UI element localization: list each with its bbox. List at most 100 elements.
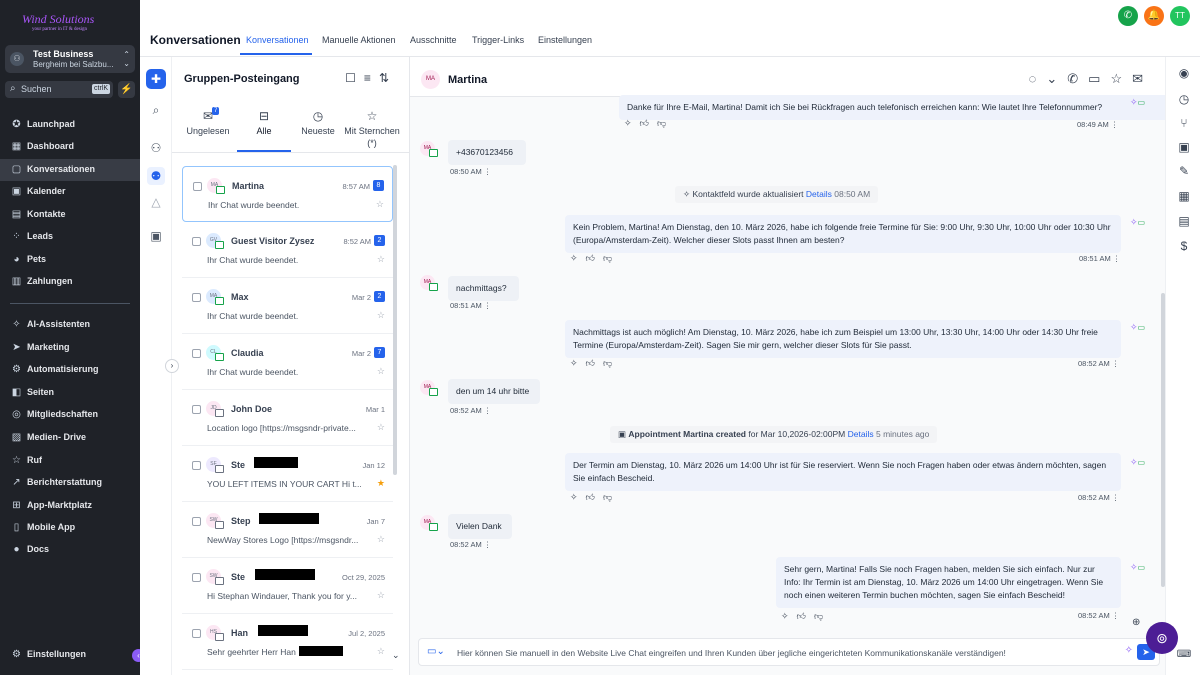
conversation-item[interactable]: SW Ste Oct 29, 2025 Hi Stephan Windauer, Th… [182, 558, 393, 614]
sidebar-item-docs[interactable]: ● Docs [0, 539, 140, 561]
thumbs-up-icon[interactable]: 👍︎ [640, 118, 657, 128]
ai-agent-icon[interactable]: ◌⌄ [1029, 71, 1068, 86]
conversation-item[interactable]: JD John Doe Mar 1 Location logo [https://ms… [182, 390, 393, 446]
calendar-icon[interactable]: ▦ [1176, 188, 1192, 204]
star-icon[interactable]: ☆ [377, 534, 385, 545]
star-icon[interactable]: ☆ [377, 254, 385, 265]
add-circle-icon[interactable]: ⊕ [1132, 617, 1140, 628]
channel-selector[interactable]: ▭⌄ [427, 646, 445, 657]
keyboard-icon[interactable]: ⌨ [1176, 647, 1192, 663]
tab-manuelle-aktionen[interactable]: Manuelle Aktionen [322, 35, 396, 45]
more-icon[interactable]: ⋮ [1111, 254, 1121, 263]
task-icon[interactable]: ▣ [1176, 139, 1192, 155]
filter-all[interactable]: ⊟ Alle [234, 107, 294, 153]
sidebar-item-berichterstattung[interactable]: ↗ Berichterstattung [0, 472, 140, 494]
sparkle-icon[interactable]: ✧ [624, 118, 640, 128]
star-icon[interactable]: ★ [377, 478, 385, 489]
row-checkbox[interactable] [192, 349, 201, 358]
new-chat-icon[interactable]: ✚ [146, 69, 166, 89]
sidebar-item-ai-assistenten[interactable]: ✧ AI-Assistenten [0, 314, 140, 336]
sidebar-item-medien-drive[interactable]: ▨ Medien- Drive [0, 427, 140, 449]
tab-trigger-links[interactable]: Trigger-Links [472, 35, 524, 45]
thumbs-up-icon[interactable]: 👍︎ [797, 611, 814, 621]
filter-icon[interactable]: ≡ [364, 71, 379, 85]
conversation-item[interactable]: GV Guest Visitor Zysez 8:52 AM 2 Ihr Chat wu… [182, 222, 393, 278]
sidebar-item-pets[interactable]: ◕ Pets [0, 249, 140, 271]
star-icon[interactable]: ☆ [377, 310, 385, 321]
sidebar-item-mitgliedschaften[interactable]: ◎ Mitgliedschaften [0, 404, 140, 426]
thumbs-down-icon[interactable]: 👎︎ [657, 118, 674, 128]
ai-sparkle-icon[interactable]: ✧ [1125, 645, 1133, 656]
history-icon[interactable]: ◷ [1176, 91, 1192, 107]
tab-ausschnitte[interactable]: Ausschnitte [410, 35, 457, 45]
row-checkbox[interactable] [192, 405, 201, 414]
sort-icon[interactable]: ⇅ [379, 71, 397, 85]
workflow-icon[interactable]: ⑂ [1176, 115, 1192, 131]
row-checkbox[interactable] [192, 237, 201, 246]
filter-unread[interactable]: ✉ 7 Ungelesen [178, 107, 238, 153]
help-widget-icon[interactable]: ⊚ [1146, 622, 1178, 654]
sparkle-icon[interactable]: ✧ [570, 253, 586, 263]
sidebar-item-kontakte[interactable]: ▤ Kontakte [0, 204, 140, 226]
sidebar-item-ruf[interactable]: ☆ Ruf [0, 450, 140, 472]
sparkle-icon[interactable]: ✧ [570, 358, 586, 368]
sidebar-item-konversationen[interactable]: ▢ Konversationen [0, 159, 140, 181]
row-checkbox[interactable] [192, 629, 201, 638]
thumbs-up-icon[interactable]: 👍︎ [586, 253, 603, 263]
more-icon[interactable]: ⋮ [1109, 120, 1119, 129]
more-icon[interactable]: ⋮ [482, 167, 492, 176]
expand-panel-button[interactable]: › [165, 359, 179, 373]
more-icon[interactable]: ⋮ [482, 406, 492, 415]
thumbs-down-icon[interactable]: 👎︎ [814, 611, 831, 621]
sidebar-item-settings[interactable]: ⚙ Einstellungen [0, 644, 140, 666]
star-icon[interactable]: ☆ [376, 199, 384, 210]
filter-starred[interactable]: ☆ Mit Sternchen (*) [342, 107, 402, 153]
sidebar-item-app-marktplatz[interactable]: ⊞ App-Marktplatz [0, 495, 140, 517]
pen-icon[interactable]: ✎ [1176, 163, 1192, 179]
row-checkbox[interactable] [192, 573, 201, 582]
details-link[interactable]: Details [848, 429, 874, 439]
conversation-item[interactable]: MA Martina 8:57 AM 8 Ihr Chat wurde beendet.… [182, 166, 393, 222]
thumbs-down-icon[interactable]: 👎︎ [603, 492, 620, 502]
sidebar-item-mobile-app[interactable]: ▯ Mobile App [0, 517, 140, 539]
row-checkbox[interactable] [192, 461, 201, 470]
sidebar-item-launchpad[interactable]: ✪ Launchpad [0, 114, 140, 136]
account-switcher[interactable]: ⚇ Test Business Bergheim bei Salzbu... ⌃… [5, 45, 135, 73]
more-icon[interactable]: ⋮ [1110, 493, 1120, 502]
thumbs-down-icon[interactable]: 👎︎ [603, 358, 620, 368]
folder-icon[interactable]: ▭ [1088, 71, 1110, 86]
sidebar-item-seiten[interactable]: ◧ Seiten [0, 382, 140, 404]
filter-recent[interactable]: ◷ Neueste [288, 107, 348, 153]
phone-icon[interactable]: ✆ [1067, 71, 1088, 86]
select-all-icon[interactable]: ☐ [345, 71, 364, 85]
conversation-item[interactable]: SF Ste Jan 12 YOU LEFT ITEMS IN YOUR CART H… [182, 446, 393, 502]
quick-action-button[interactable]: ⚡ [118, 81, 135, 98]
sidebar-item-automatisierung[interactable]: ⚙ Automatisierung [0, 359, 140, 381]
composer-input[interactable]: Hier können Sie manuell in den Website L… [457, 648, 1006, 658]
tab-konversationen[interactable]: Konversationen [246, 35, 309, 45]
more-icon[interactable]: ⋮ [482, 540, 492, 549]
star-icon[interactable]: ☆ [377, 590, 385, 601]
sidebar-item-dashboard[interactable]: ▦ Dashboard [0, 136, 140, 158]
brand-logo[interactable]: Wind Solutions your partner in IT & desig… [22, 12, 94, 32]
scrollbar[interactable] [393, 165, 397, 475]
conversation-item[interactable]: SW Step Jan 7 NewWay Stores Logo [https://m… [182, 502, 393, 558]
star-icon[interactable]: ☆ [377, 366, 385, 377]
mail-icon[interactable]: ✉ [1132, 71, 1153, 86]
sidebar-item-kalender[interactable]: ▣ Kalender [0, 181, 140, 203]
sparkle-icon[interactable]: ✧ [570, 492, 586, 502]
contact-name[interactable]: Martina [448, 74, 487, 86]
more-icon[interactable]: ⋮ [1110, 359, 1120, 368]
sparkle-icon[interactable]: ✧ [781, 611, 797, 621]
sidebar-item-marketing[interactable]: ➤ Marketing [0, 337, 140, 359]
chevron-down-icon[interactable]: ⌄ [392, 650, 400, 661]
conversation-item[interactable]: CL Claudia Mar 2 7 Ihr Chat wurde beendet. ☆ [182, 334, 393, 390]
thumbs-down-icon[interactable]: 👎︎ [603, 253, 620, 263]
tab-einstellungen[interactable]: Einstellungen [538, 35, 592, 45]
user-avatar[interactable]: TT [1170, 6, 1190, 26]
sidebar-item-leads[interactable]: ⁘ Leads [0, 226, 140, 248]
star-icon[interactable]: ☆ [377, 646, 385, 657]
group-icon[interactable]: ⚉ [147, 167, 165, 185]
more-icon[interactable]: ⋮ [482, 301, 492, 310]
row-checkbox[interactable] [192, 293, 201, 302]
